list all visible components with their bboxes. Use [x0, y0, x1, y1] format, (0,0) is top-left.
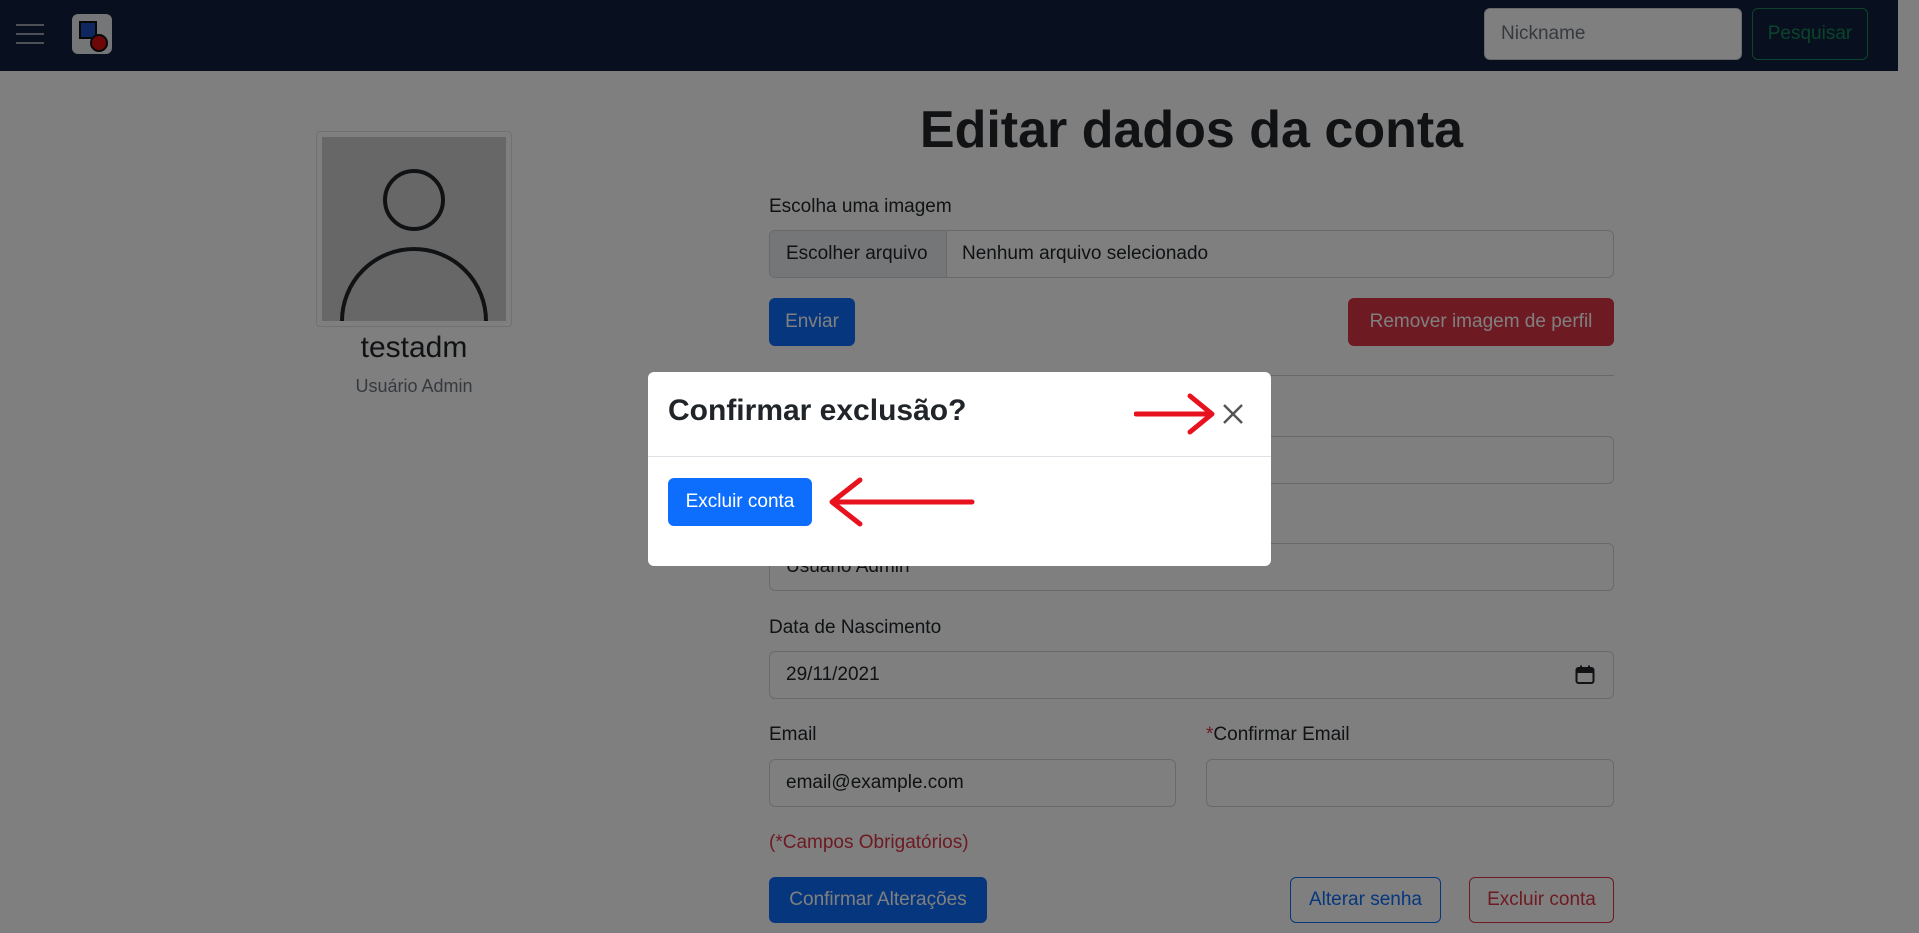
modal-title: Confirmar exclusão?	[668, 394, 967, 427]
annotation-arrow-left-icon	[829, 477, 975, 527]
modal-header-divider	[648, 456, 1271, 457]
modal-delete-account-button[interactable]: Excluir conta	[668, 478, 812, 526]
annotation-arrow-right-icon	[1134, 393, 1215, 435]
confirm-delete-modal: Confirmar exclusão? Excluir conta	[648, 372, 1271, 566]
close-x-icon[interactable]	[1219, 400, 1247, 428]
